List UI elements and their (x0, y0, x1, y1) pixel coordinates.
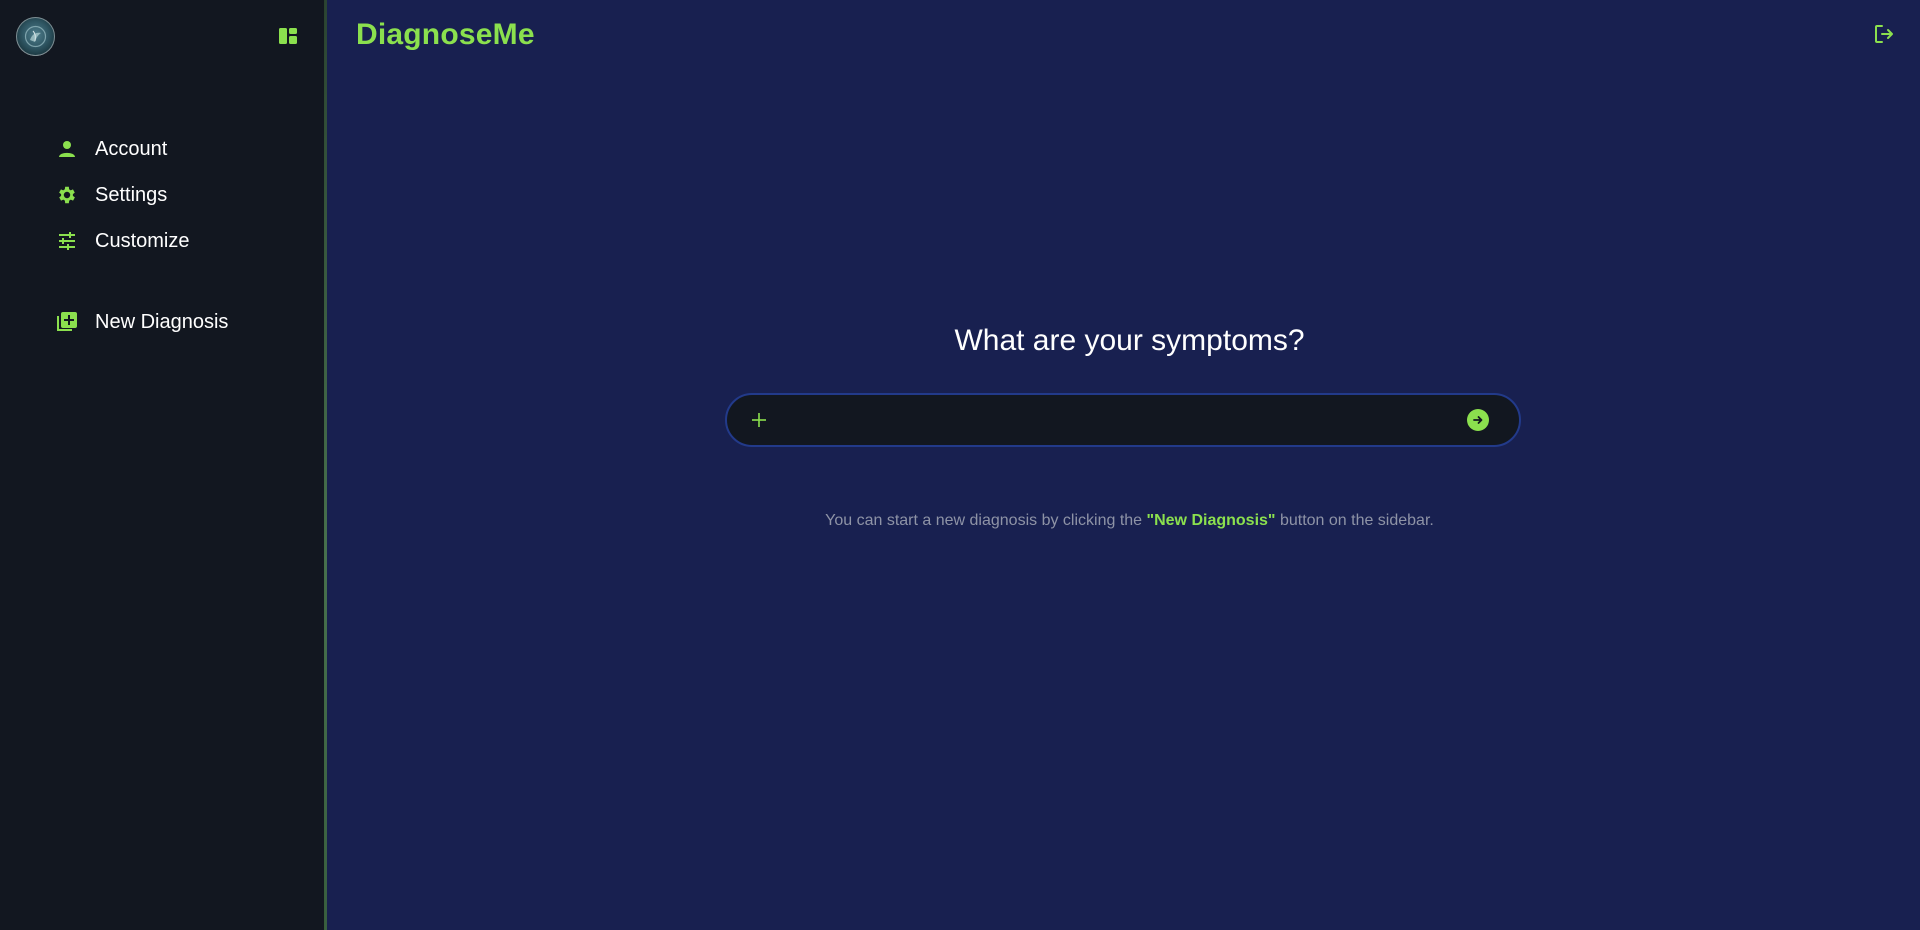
main-panel: DiagnoseMe What are your symptoms? You c… (325, 0, 1920, 930)
send-button[interactable] (1467, 409, 1489, 431)
hint-text-after: button on the sidebar. (1275, 512, 1434, 529)
symptom-input-bar (725, 393, 1521, 447)
logout-icon (1875, 25, 1893, 43)
hint-highlight: "New Diagnosis" (1146, 512, 1276, 529)
symptom-input[interactable] (771, 400, 1467, 440)
add-library-icon (55, 310, 79, 334)
sidebar-nav: Account Settings Customize (55, 126, 189, 264)
new-diagnosis-button[interactable]: New Diagnosis (55, 299, 228, 345)
sidebar-item-label: Customize (95, 229, 190, 252)
app-brand: DiagnoseMe (356, 18, 535, 51)
sidebar-new-diagnosis-group: New Diagnosis (55, 299, 228, 345)
symptoms-question: What are your symptoms? (954, 324, 1305, 357)
sliders-icon (55, 229, 79, 253)
person-icon (55, 137, 79, 161)
arrow-right-circle-icon (1473, 416, 1483, 424)
sidebar-item-label: Settings (95, 183, 168, 206)
sidebar-item-settings[interactable]: Settings (55, 172, 189, 218)
attach-button[interactable] (747, 408, 771, 432)
sidebar-item-account[interactable]: Account (55, 126, 189, 172)
hint-text-before: You can start a new diagnosis by clickin… (825, 512, 1147, 529)
new-diagnosis-label: New Diagnosis (95, 310, 229, 333)
user-avatar[interactable] (16, 17, 55, 56)
hint-text: You can start a new diagnosis by clickin… (325, 512, 1920, 530)
plus-icon (752, 413, 766, 427)
sidebar-item-customize[interactable]: Customize (55, 218, 189, 264)
app-window: Account Settings Customize New Diagnosis… (0, 0, 1920, 930)
gear-icon (55, 183, 79, 207)
sidebar-toggle-button[interactable] (277, 25, 299, 47)
sidebar-item-label: Account (95, 137, 168, 160)
logout-button[interactable] (1872, 22, 1896, 46)
layout-panel-icon (279, 28, 297, 44)
avatar-emblem-icon (24, 25, 47, 48)
sidebar: Account Settings Customize New Diagnosis (0, 0, 327, 930)
